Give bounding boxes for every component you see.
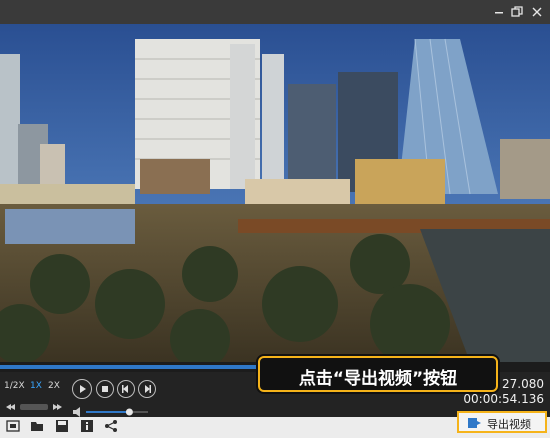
minimize-button[interactable] (490, 3, 508, 21)
info-button[interactable] (80, 419, 94, 433)
open-folder-button[interactable] (30, 419, 44, 433)
tutorial-callout: 点击“导出视频”按钮 (258, 356, 498, 392)
stop-button[interactable] (96, 380, 114, 398)
share-button[interactable] (104, 419, 118, 433)
title-bar (0, 0, 550, 24)
current-time: 27.080 (502, 377, 544, 391)
city-skyline-image (0, 24, 550, 362)
total-time: 00:00:54.136 (463, 392, 544, 406)
video-frame[interactable] (0, 24, 550, 362)
export-video-button[interactable]: 导出视频 (457, 411, 547, 433)
speed-1x[interactable]: 1X (30, 381, 42, 391)
restore-button[interactable] (508, 3, 526, 21)
info-icon (81, 420, 93, 432)
save-icon (56, 420, 68, 432)
stop-icon (102, 386, 108, 392)
save-button[interactable] (55, 419, 69, 433)
snapshot-button[interactable] (6, 419, 20, 433)
export-video-label: 导出视频 (487, 418, 531, 431)
export-icon (468, 418, 481, 428)
play-button[interactable] (72, 379, 92, 399)
share-icon (105, 420, 117, 432)
speed-half[interactable]: 1/2X (4, 381, 25, 391)
progress-fill (0, 365, 259, 369)
speed-2x[interactable]: 2X (48, 381, 60, 391)
prev-frame-button[interactable] (117, 380, 135, 398)
open-folder-icon (31, 422, 43, 431)
restore-icon (511, 6, 523, 17)
minimize-icon (495, 12, 503, 14)
next-frame-button[interactable] (138, 380, 156, 398)
frame-step-icon (6, 404, 62, 410)
play-icon (80, 385, 86, 393)
callout-text: 点击“导出视频”按钮 (298, 369, 458, 389)
prev-frame-icon (122, 385, 128, 393)
close-icon (532, 7, 542, 17)
volume-control[interactable] (72, 403, 152, 417)
frame-step-control[interactable] (4, 397, 64, 410)
snapshot-icon (6, 420, 20, 432)
next-frame-icon (145, 385, 151, 393)
close-button[interactable] (528, 3, 546, 21)
